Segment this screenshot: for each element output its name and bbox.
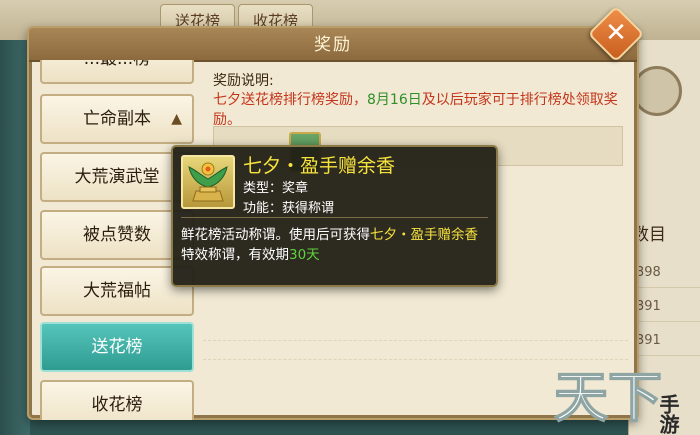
reward-desc-text: 七夕送花榜排行榜奖励， (213, 92, 367, 108)
chevron-up-icon[interactable]: ▲ (171, 96, 182, 142)
reward-label: 奖励说明: (213, 73, 274, 89)
item-tooltip: 七夕・盈手赠余香 类型：奖章 功能：获得称谓 鲜花榜活动称谓。使用后可获得七夕・… (171, 145, 498, 287)
medal-icon (181, 155, 235, 209)
tooltip-title: 七夕・盈手赠余香 (243, 155, 396, 177)
sidebar-item-label: 收花榜 (91, 395, 143, 415)
logo-side-text: 手游 (656, 393, 680, 435)
reward-description: 七夕送花榜排行榜奖励，8月16日及以后玩家可于排行榜处领取奖励。 (213, 90, 623, 130)
sidebar-item-label: 大荒演武堂 (74, 167, 160, 187)
sidebar-item-send-flowers[interactable]: 送花榜 (40, 322, 194, 372)
tooltip-desc-days: 30天 (289, 247, 320, 263)
sidebar-item-dungeon[interactable]: 亡命副本 ▲ (40, 94, 194, 144)
sidebar-item-label: 被点赞数 (83, 225, 151, 245)
sidebar-item-label: 亡命副本 (83, 109, 151, 129)
game-logo: 天下 手游 (553, 364, 680, 435)
reward-desc-date: 8月16日 (367, 92, 422, 108)
logo-main-text: 天下 (554, 365, 662, 429)
tooltip-description: 鲜花榜活动称谓。使用后可获得七夕・盈手赠余香特效称谓，有效期30天 (181, 225, 491, 265)
sidebar-item-label: 送花榜 (91, 337, 143, 357)
sidebar-item-label: ...最...榜 (84, 60, 150, 69)
avatar-frame (632, 66, 682, 116)
tooltip-function: 功能：获得称谓 (243, 201, 335, 216)
sidebar-item-receive-flowers[interactable]: 收花榜 (40, 380, 194, 420)
background-left-strip (0, 40, 30, 435)
tooltip-desc-text: 特效称谓，有效期 (181, 247, 289, 263)
tooltip-divider (181, 217, 488, 218)
sidebar-item-partial[interactable]: ...最...榜 (40, 60, 194, 84)
tooltip-desc-text: 鲜花榜活动称谓。使用后可获得 (181, 227, 370, 243)
tooltip-type: 类型：奖章 (243, 181, 309, 196)
tooltip-desc-highlight: 七夕・盈手赠余香 (370, 227, 478, 243)
sidebar-item-label: 大荒福帖 (83, 281, 151, 301)
dialog-title: 奖励 (314, 35, 352, 55)
close-icon[interactable]: ✕ (596, 14, 636, 54)
